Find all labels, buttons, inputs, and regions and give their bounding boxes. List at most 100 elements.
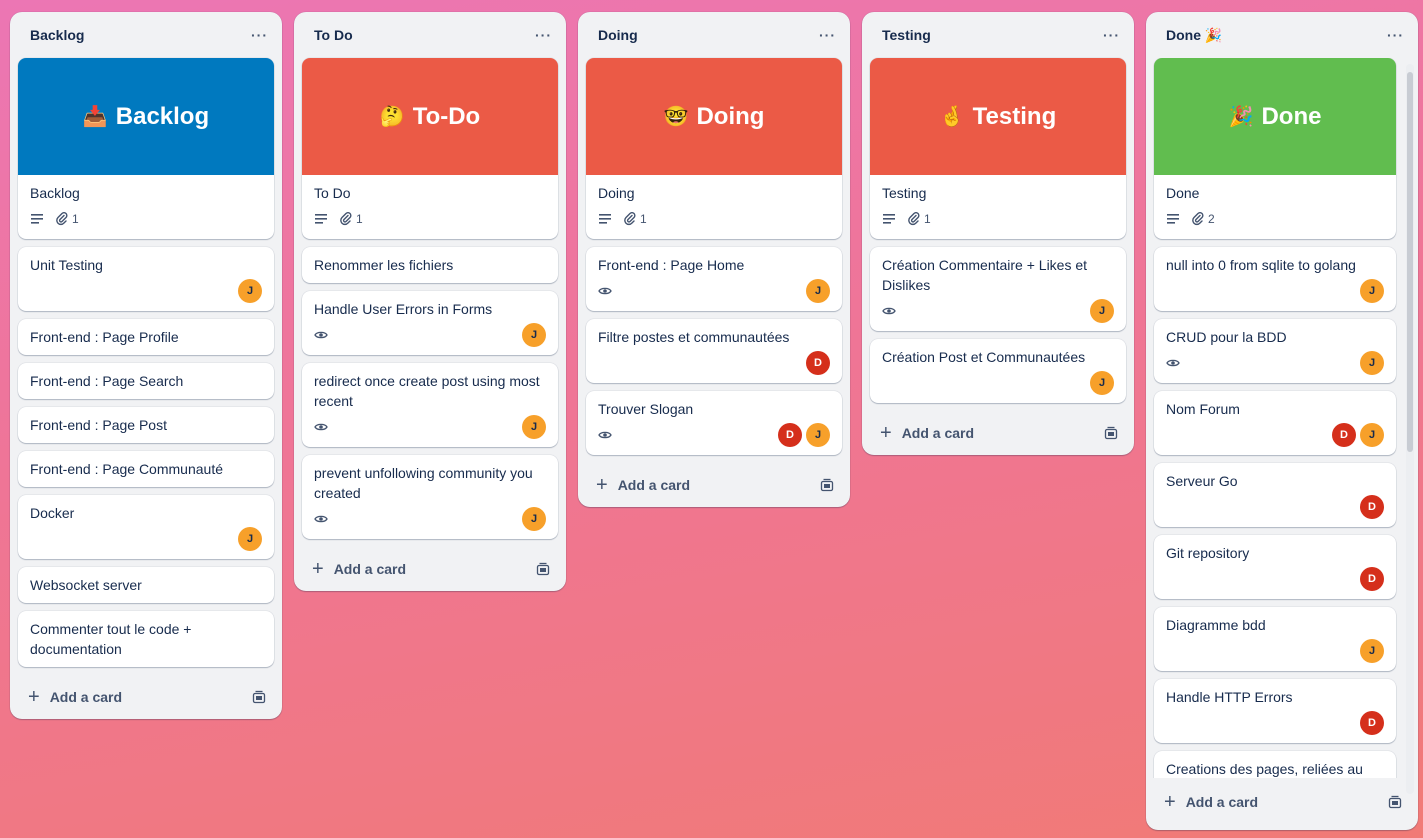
avatar[interactable]: J xyxy=(806,423,830,447)
list-header[interactable]: Backlog ··· xyxy=(10,12,282,58)
card-cover: 🎉 Done xyxy=(1154,58,1396,175)
cover-text: Testing xyxy=(972,102,1057,130)
card[interactable]: Creations des pages, reliées au css xyxy=(1154,751,1396,778)
card-title: Handle HTTP Errors xyxy=(1166,689,1293,705)
list-header[interactable]: To Do ··· xyxy=(294,12,566,58)
avatar[interactable]: J xyxy=(522,507,546,531)
card[interactable]: Handle User Errors in Forms J xyxy=(302,291,558,355)
avatar[interactable]: J xyxy=(1360,639,1384,663)
card[interactable]: null into 0 from sqlite to golang J xyxy=(1154,247,1396,311)
avatar[interactable]: D xyxy=(1360,495,1384,519)
card[interactable]: prevent unfollowing community you create… xyxy=(302,455,558,539)
list-title[interactable]: Backlog xyxy=(30,27,84,43)
card-cover-testing[interactable]: 🤞 Testing Testing 1 xyxy=(870,58,1126,239)
add-card-label: Add a card xyxy=(617,477,691,493)
card[interactable]: Création Post et Communautées J xyxy=(870,339,1126,403)
create-from-template-icon[interactable] xyxy=(536,562,550,576)
avatar[interactable]: D xyxy=(1332,423,1356,447)
avatar[interactable]: J xyxy=(1090,371,1114,395)
card[interactable]: Websocket server xyxy=(18,567,274,603)
paperclip-icon xyxy=(624,212,636,226)
create-from-template-icon[interactable] xyxy=(252,690,266,704)
watching-eye-icon xyxy=(314,330,328,340)
list-doing: Doing ··· 🤓 Doing Doing 1 Front-end: Pa… xyxy=(578,12,850,507)
card[interactable]: Filtre postes et communautées D xyxy=(586,319,842,383)
list-title[interactable]: Doing xyxy=(598,27,638,43)
card[interactable]: Renommer les fichiers xyxy=(302,247,558,283)
card[interactable]: redirect once create post using most rec… xyxy=(302,363,558,447)
avatar[interactable]: J xyxy=(1360,351,1384,375)
card[interactable]: Création Commentaire + Likes et Dislikes… xyxy=(870,247,1126,331)
create-from-template-icon[interactable] xyxy=(820,478,834,492)
card-cover: 🤞 Testing xyxy=(870,58,1126,175)
plus-icon: + xyxy=(596,474,608,496)
attachment-count: 1 xyxy=(72,212,79,226)
avatar[interactable]: D xyxy=(778,423,802,447)
cover-text: Backlog xyxy=(115,102,210,130)
card-cover-doing[interactable]: 🤓 Doing Doing 1 xyxy=(586,58,842,239)
card[interactable]: Front-end : Page Profile xyxy=(18,319,274,355)
scrollbar-thumb[interactable] xyxy=(1407,72,1413,452)
cover-text: Done xyxy=(1261,102,1322,130)
watching-eye-icon xyxy=(314,422,328,432)
card[interactable]: CRUD pour la BDD J xyxy=(1154,319,1396,383)
plus-icon: + xyxy=(1164,791,1176,813)
card-title: Git repository xyxy=(1166,545,1250,561)
card-cover-done[interactable]: 🎉 Done Done 2 xyxy=(1154,58,1396,239)
avatar[interactable]: D xyxy=(1360,711,1384,735)
avatar[interactable]: J xyxy=(1090,299,1114,323)
create-from-template-icon[interactable] xyxy=(1104,426,1118,440)
card[interactable]: Front-end : Page Post xyxy=(18,407,274,443)
card[interactable]: Trouver Slogan D J xyxy=(586,391,842,455)
card[interactable]: Diagramme bdd J xyxy=(1154,607,1396,671)
create-from-template-icon[interactable] xyxy=(1388,795,1402,809)
add-card-button[interactable]: + Add a card xyxy=(578,463,850,507)
add-card-button[interactable]: + Add a card xyxy=(1146,780,1418,824)
card[interactable]: Unit Testing J xyxy=(18,247,274,311)
list-header[interactable]: Done 🎉 ··· xyxy=(1146,12,1418,58)
list-scrollbar[interactable] xyxy=(1406,64,1414,794)
list-menu-icon[interactable]: ··· xyxy=(1387,27,1404,43)
avatar[interactable]: J xyxy=(806,279,830,303)
avatar[interactable]: D xyxy=(1360,567,1384,591)
card[interactable]: Docker J xyxy=(18,495,274,559)
list-title[interactable]: Testing xyxy=(882,27,931,43)
card[interactable]: Front-end : Page Communauté xyxy=(18,451,274,487)
list-header[interactable]: Doing ··· xyxy=(578,12,850,58)
add-card-button[interactable]: + Add a card xyxy=(10,675,282,719)
card-title: Unit Testing xyxy=(30,257,103,273)
list-menu-icon[interactable]: ··· xyxy=(819,27,836,43)
card[interactable]: Serveur Go D xyxy=(1154,463,1396,527)
list-menu-icon[interactable]: ··· xyxy=(1103,27,1120,43)
card-cover-backlog[interactable]: 📥 Backlog Backlog 1 xyxy=(18,58,274,239)
card-title: Serveur Go xyxy=(1166,473,1238,489)
list-done: Done 🎉 ··· 🎉 Done Done 2 null into 0 fro… xyxy=(1146,12,1418,830)
avatar[interactable]: J xyxy=(522,323,546,347)
attachment-count: 1 xyxy=(356,212,363,226)
add-card-button[interactable]: + Add a card xyxy=(294,547,566,591)
attachment-count: 2 xyxy=(1208,212,1215,226)
card[interactable]: Git repository D xyxy=(1154,535,1396,599)
add-card-button[interactable]: + Add a card xyxy=(862,411,1134,455)
card-cover-to-do[interactable]: 🤔 To-Do To Do 1 xyxy=(302,58,558,239)
list-header[interactable]: Testing ··· xyxy=(862,12,1134,58)
list-title[interactable]: Done 🎉 xyxy=(1166,27,1222,44)
list-title[interactable]: To Do xyxy=(314,27,353,43)
card[interactable]: Commenter tout le code + documentation xyxy=(18,611,274,667)
avatar[interactable]: J xyxy=(238,279,262,303)
list-menu-icon[interactable]: ··· xyxy=(535,27,552,43)
avatar[interactable]: D xyxy=(806,351,830,375)
attachment-badge: 1 xyxy=(908,212,931,226)
card-title: Doing xyxy=(598,185,635,201)
attachment-badge: 1 xyxy=(340,212,363,226)
avatar[interactable]: J xyxy=(1360,423,1384,447)
card[interactable]: Nom Forum D J xyxy=(1154,391,1396,455)
avatar[interactable]: J xyxy=(1360,279,1384,303)
avatar[interactable]: J xyxy=(522,415,546,439)
list-menu-icon[interactable]: ··· xyxy=(251,27,268,43)
avatar[interactable]: J xyxy=(238,527,262,551)
add-card-label: Add a card xyxy=(1185,794,1259,810)
card[interactable]: Handle HTTP Errors D xyxy=(1154,679,1396,743)
card[interactable]: Front-end : Page Home J xyxy=(586,247,842,311)
card[interactable]: Front-end : Page Search xyxy=(18,363,274,399)
